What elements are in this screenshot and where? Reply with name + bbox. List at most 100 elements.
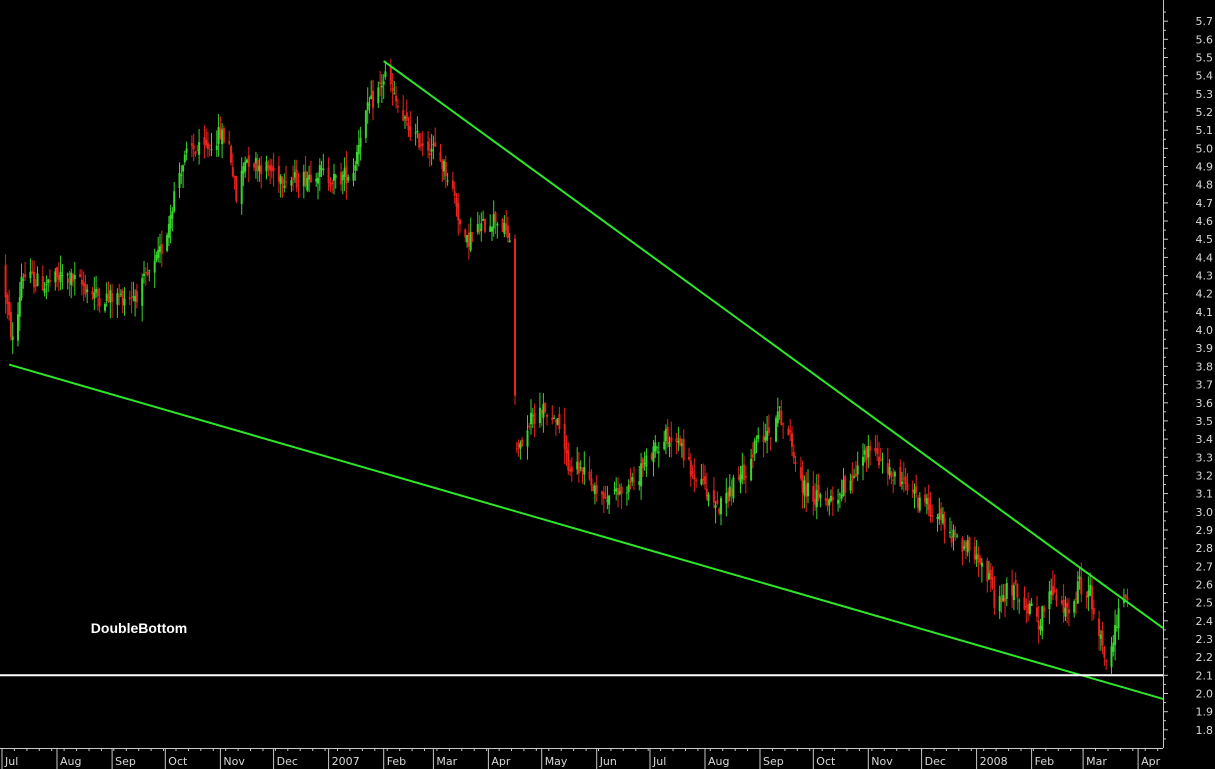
candle-up [134, 295, 137, 302]
candle-down [688, 456, 690, 460]
candle-down [691, 471, 694, 474]
candle-down [517, 442, 520, 448]
candle-up [714, 505, 717, 508]
candle-down [675, 437, 678, 443]
candle-down [767, 427, 770, 433]
candle-down [1055, 594, 1058, 601]
candle-down [135, 290, 138, 303]
candle-down [8, 302, 11, 316]
y-tick-label: 2.1 [1196, 669, 1214, 682]
candle-down [1098, 618, 1101, 637]
candle-down [743, 464, 745, 481]
candle-down [581, 468, 584, 472]
candle-up [36, 273, 39, 287]
candle-up [185, 148, 188, 153]
candle-down [567, 450, 570, 471]
x-tick-label: 2008 [980, 755, 1008, 768]
x-tick-label: Aug [708, 755, 729, 768]
candle-up [815, 490, 818, 508]
candle-down [915, 486, 918, 493]
candle-up [1073, 601, 1076, 613]
candle-down [737, 477, 740, 479]
candle-up [178, 172, 181, 188]
candle-down [993, 590, 996, 608]
y-tick-label: 5.7 [1196, 15, 1214, 28]
candle-up [980, 562, 983, 567]
candle-up [210, 149, 213, 151]
y-tick-label: 5.4 [1196, 70, 1214, 83]
candle-up [728, 486, 731, 497]
candle-up [803, 480, 806, 496]
candle-down [1043, 607, 1046, 612]
candle-down [1075, 598, 1077, 600]
candle-up [867, 446, 870, 458]
candle-down [588, 471, 591, 480]
y-tick-label: 2.8 [1196, 542, 1214, 555]
candle-down [506, 225, 509, 238]
candle-up [1041, 606, 1044, 631]
candle-up [258, 165, 261, 172]
candle-down [494, 212, 497, 222]
x-tick-label: Jun [599, 755, 617, 768]
y-tick-label: 3.6 [1196, 397, 1214, 410]
candle-down [256, 159, 259, 172]
candle-down [231, 167, 234, 176]
candle-up [293, 172, 296, 178]
candle-down [1004, 597, 1006, 602]
candle-down [281, 178, 284, 185]
candle-up [393, 93, 396, 95]
candle-up [352, 172, 355, 181]
candle-up [830, 495, 832, 501]
candle-down [190, 143, 193, 146]
candle-up [217, 126, 220, 145]
y-tick-label: 3.5 [1196, 415, 1214, 428]
candle-down [327, 167, 330, 183]
candle-up [1117, 608, 1120, 628]
candle-down [973, 546, 976, 560]
candle-up [221, 129, 224, 145]
candle-down [222, 128, 225, 143]
candle-up [306, 177, 309, 191]
candle-up [1039, 625, 1042, 630]
y-tick-label: 2.4 [1196, 615, 1214, 628]
candle-down [34, 285, 37, 287]
candle-up [265, 161, 268, 172]
candle-down [144, 272, 147, 274]
candle-up [807, 482, 809, 497]
candle-down [629, 481, 632, 483]
candle-down [874, 447, 877, 452]
candle-down [111, 293, 114, 302]
candle-up [1076, 581, 1079, 604]
candle-up [556, 418, 559, 425]
candle-down [670, 437, 673, 442]
candle-up [776, 411, 779, 424]
y-tick-label: 3.4 [1196, 433, 1214, 446]
candle-up [608, 495, 611, 505]
candle-down [940, 508, 943, 520]
candle-up [43, 288, 46, 293]
candle-down [817, 484, 820, 497]
x-tick-label: Feb [1035, 755, 1054, 768]
candle-up [542, 403, 545, 418]
candle-up [104, 304, 106, 311]
candle-up [764, 437, 767, 441]
candle-up [123, 298, 126, 306]
candle-down [194, 151, 197, 155]
candle-down [96, 289, 99, 297]
candle-up [492, 214, 495, 229]
candle-down [577, 462, 580, 474]
candle-down [977, 553, 980, 563]
candle-up [750, 458, 753, 481]
candle-up [938, 513, 941, 520]
candle-down [459, 219, 461, 225]
candle-down [1092, 607, 1095, 615]
candle-down [31, 271, 34, 273]
candle-down [501, 219, 504, 232]
candle-up [45, 284, 48, 286]
candle-up [366, 102, 369, 111]
candle-down [427, 141, 430, 151]
candle-up [155, 254, 158, 261]
candle-up [482, 219, 485, 221]
candle-up [668, 442, 671, 447]
candle-down [702, 478, 705, 481]
